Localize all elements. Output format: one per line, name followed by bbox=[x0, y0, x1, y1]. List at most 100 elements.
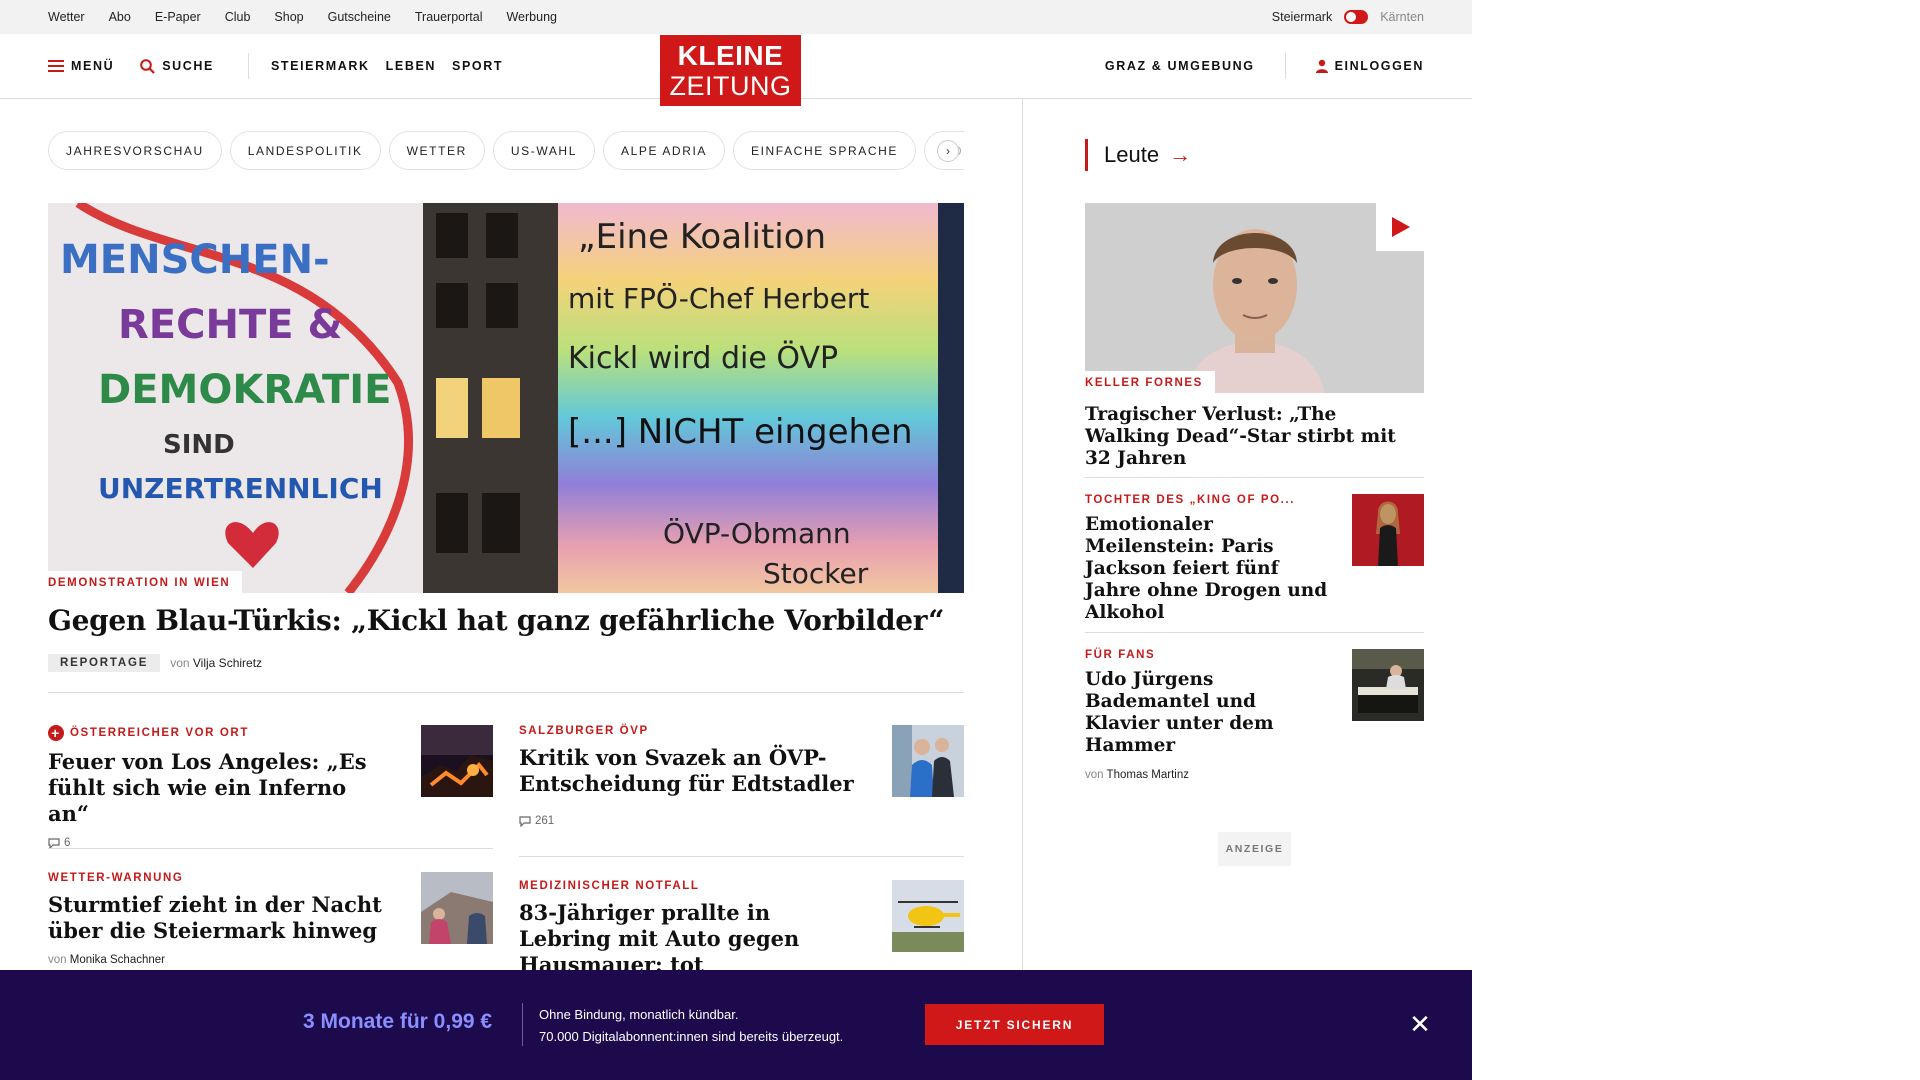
login-button[interactable]: EINLOGGEN bbox=[1315, 59, 1424, 73]
sidebar-item-byline: von Thomas Martinz bbox=[1085, 769, 1424, 781]
hero-title[interactable]: Gegen Blau-Türkis: „Kickl hat ganz gefäh… bbox=[48, 604, 964, 637]
logo-line-2: ZEITUNG bbox=[669, 71, 792, 101]
sidebar-divider bbox=[1085, 632, 1424, 633]
nav-sport[interactable]: SPORT bbox=[452, 59, 503, 73]
piano-photo bbox=[1352, 649, 1424, 721]
sidebar-item-udo-juergens[interactable]: FÜR FANS Udo Jürgens Bademantel und Klav… bbox=[1085, 649, 1424, 781]
comment-count[interactable]: 261 bbox=[519, 815, 964, 827]
teaser-thumbnail[interactable] bbox=[421, 725, 493, 797]
teaser-svazek[interactable]: SALZBURGER ÖVP Kritik von Svazek an ÖVP-… bbox=[519, 725, 964, 827]
sidebar-item-paris-jackson[interactable]: TOCHTER DES „KING OF PO... Emotionaler M… bbox=[1085, 494, 1424, 624]
topic-chips: JAHRESVORSCHAU LANDESPOLITIK WETTER US-W… bbox=[48, 131, 964, 171]
column-divider bbox=[1022, 99, 1023, 1080]
teaser-title[interactable]: 83-Jähriger prallte in Lebring mit Auto … bbox=[519, 900, 859, 978]
comment-count-value: 261 bbox=[535, 815, 555, 827]
promo-price: 3 Monate für 0,99 € bbox=[303, 1010, 493, 1033]
menu-button[interactable]: MENÜ bbox=[48, 59, 114, 73]
region-toggle[interactable] bbox=[1344, 10, 1369, 24]
promo-line-1: Ohne Bindung, monatlich kündbar. bbox=[539, 1007, 739, 1022]
chips-next-button[interactable]: › bbox=[937, 140, 959, 162]
main-header: MENÜ SUCHE STEIERMARK LEBEN SPORT KLEINE… bbox=[0, 34, 1472, 106]
teaser-lebring[interactable]: MEDIZINISCHER NOTFALL 83-Jähriger prallt… bbox=[519, 880, 964, 978]
hamburger-icon bbox=[48, 60, 64, 72]
toggle-knob bbox=[1346, 12, 1357, 22]
sidebar-item-title[interactable]: Udo Jürgens Bademantel und Klavier unter… bbox=[1085, 669, 1330, 757]
nav-steiermark[interactable]: STEIERMARK bbox=[271, 59, 370, 73]
search-button[interactable]: SUCHE bbox=[140, 58, 214, 74]
teaser-title[interactable]: Kritik von Svazek an ÖVP-Entscheidung fü… bbox=[519, 745, 859, 797]
sidebar-lead-image[interactable] bbox=[1085, 203, 1424, 393]
portrait-photo bbox=[1085, 203, 1424, 393]
play-icon bbox=[1392, 217, 1410, 237]
jetzt-sichern-button[interactable]: JETZT SICHERN bbox=[925, 1004, 1104, 1045]
utility-link-gutscheine[interactable]: Gutscheine bbox=[328, 10, 391, 24]
hero-image[interactable]: MENSCHEN- RECHTE & DEMOKRATIE SIND UNZER… bbox=[48, 203, 964, 593]
utility-link-abo[interactable]: Abo bbox=[109, 10, 131, 24]
promo-line-2: 70.000 Digitalabonnent:innen sind bereit… bbox=[539, 1029, 844, 1044]
chip-us-wahl[interactable]: US-WAHL bbox=[492, 131, 595, 170]
empty-browser-area bbox=[1472, 0, 1920, 1080]
sign-right-line-5: ÖVP-Obmann bbox=[663, 516, 851, 550]
hero-kicker[interactable]: DEMONSTRATION IN WIEN bbox=[48, 571, 243, 593]
sign-right-line-3: Kickl wird die ÖVP bbox=[568, 340, 838, 376]
logo-line-1: KLEINE bbox=[677, 40, 784, 71]
hero-author[interactable]: Vilja Schiretz bbox=[193, 656, 262, 670]
close-icon[interactable]: ✕ bbox=[1409, 1011, 1431, 1037]
utility-link-wetter[interactable]: Wetter bbox=[48, 10, 85, 24]
region-switch: Steiermark Kärnten bbox=[1272, 0, 1424, 34]
sidebar-heading[interactable]: Leute → bbox=[1085, 139, 1191, 171]
promo-divider bbox=[522, 1003, 523, 1046]
sign-left-line-1: MENSCHEN- bbox=[60, 237, 330, 283]
teaser-thumbnail[interactable] bbox=[892, 880, 964, 952]
utility-link-epaper[interactable]: E-Paper bbox=[155, 10, 201, 24]
sidebar-item-title[interactable]: Emotionaler Meilenstein: Paris Jackson f… bbox=[1085, 514, 1330, 624]
nav-leben[interactable]: LEBEN bbox=[386, 59, 436, 73]
play-button[interactable] bbox=[1376, 203, 1424, 251]
chip-landespolitik[interactable]: LANDESPOLITIK bbox=[229, 131, 381, 170]
sidebar-heading-label: Leute bbox=[1104, 142, 1160, 167]
utility-link-club[interactable]: Club bbox=[225, 10, 251, 24]
teaser-thumbnail[interactable] bbox=[421, 872, 493, 944]
region-inactive-label[interactable]: Kärnten bbox=[1380, 10, 1424, 24]
region-active-label[interactable]: Steiermark bbox=[1272, 10, 1332, 24]
sign-left-line-5: UNZERTRENNLICH bbox=[98, 472, 383, 505]
kleine-zeitung-logo[interactable]: KLEINE ZEITUNG bbox=[660, 35, 801, 106]
header-divider bbox=[247, 53, 249, 79]
teaser-sturmtief[interactable]: WETTER-WARNUNG Sturmtief zieht in der Na… bbox=[48, 872, 493, 966]
utility-bar: Wetter Abo E-Paper Club Shop Gutscheine … bbox=[0, 0, 1472, 34]
sign-right-line-1: „Eine Koalition bbox=[578, 217, 826, 257]
utility-link-trauerportal[interactable]: Trauerportal bbox=[415, 10, 483, 24]
teaser-la-fire[interactable]: + ÖSTERREICHER VOR ORT Feuer von Los Ange… bbox=[48, 725, 493, 849]
paris-jackson-photo bbox=[1352, 494, 1424, 566]
promo-text: Ohne Bindung, monatlich kündbar. 70.000 … bbox=[539, 1004, 843, 1048]
hero-meta: REPORTAGE von Vilja Schiretz bbox=[48, 654, 262, 672]
chevron-right-icon: › bbox=[946, 144, 950, 158]
sign-left-line-2: RECHTE & bbox=[118, 302, 342, 348]
sidebar-item-thumbnail[interactable] bbox=[1352, 494, 1424, 566]
plus-icon: + bbox=[48, 725, 64, 741]
byline-prefix: von bbox=[170, 656, 190, 670]
chip-jahresvorschau[interactable]: JAHRESVORSCHAU bbox=[48, 131, 222, 170]
header-divider-right bbox=[1284, 53, 1286, 79]
sidebar-item-thumbnail[interactable] bbox=[1352, 649, 1424, 721]
utility-link-werbung[interactable]: Werbung bbox=[506, 10, 557, 24]
sidebar-lead-title[interactable]: Tragischer Verlust: „The Walking Dead“-S… bbox=[1085, 404, 1424, 470]
sidebar-item-author[interactable]: Thomas Martinz bbox=[1107, 769, 1189, 781]
chip-einfache-sprache[interactable]: EINFACHE SPRACHE bbox=[733, 131, 916, 170]
nav-graz-umgebung[interactable]: GRAZ & UMGEBUNG bbox=[1105, 59, 1255, 73]
utility-link-shop[interactable]: Shop bbox=[274, 10, 303, 24]
teaser-author[interactable]: Monika Schachner bbox=[70, 954, 165, 966]
sidebar-lead-kicker[interactable]: KELLER FORNES bbox=[1085, 371, 1215, 393]
chip-alpe-adria[interactable]: ALPE ADRIA bbox=[602, 131, 725, 170]
menu-label: MENÜ bbox=[71, 59, 115, 73]
header-right: GRAZ & UMGEBUNG EINLOGGEN bbox=[1105, 34, 1424, 98]
sidebar-divider bbox=[1085, 477, 1424, 478]
teaser-thumbnail[interactable] bbox=[892, 725, 964, 797]
reportage-badge: REPORTAGE bbox=[48, 654, 161, 672]
header-left: MENÜ SUCHE STEIERMARK LEBEN SPORT bbox=[48, 34, 519, 98]
user-icon bbox=[1315, 59, 1328, 73]
teaser-title[interactable]: Sturmtief zieht in der Nacht über die St… bbox=[48, 892, 388, 944]
fire-photo bbox=[421, 725, 493, 797]
chip-wetter[interactable]: WETTER bbox=[388, 131, 485, 170]
teaser-title[interactable]: Feuer von Los Angeles: „Es fühlt sich wi… bbox=[48, 749, 388, 827]
